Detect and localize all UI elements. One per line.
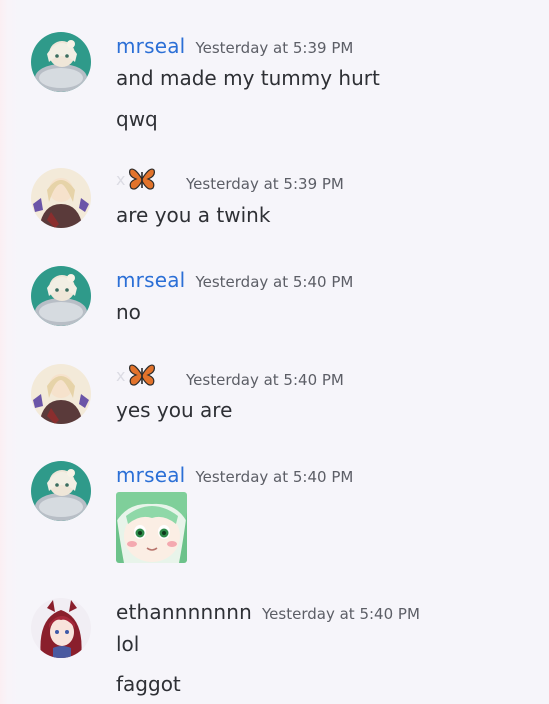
author-name[interactable]: x x [116, 168, 176, 194]
author-name[interactable]: mrseal [116, 463, 185, 487]
message-text: qwq [116, 107, 158, 131]
author-name[interactable]: mrseal [116, 268, 185, 292]
message-text: no [116, 300, 141, 324]
timestamp[interactable]: Yesterday at 5:40 PM [262, 605, 420, 623]
seal-girl-avatar-icon [31, 461, 91, 521]
author-name[interactable]: mrseal [116, 34, 185, 58]
message-text: yes you are [116, 398, 233, 422]
message-header: mrseal Yesterday at 5:40 PM [116, 268, 353, 292]
green-hair-anime-face-icon [116, 492, 187, 563]
message-header: mrseal Yesterday at 5:40 PM [116, 463, 353, 487]
avatar[interactable] [31, 32, 91, 92]
message-header: x x Yesterday at 5:40 PM [116, 364, 344, 390]
author-name[interactable]: ethannnnnnn [116, 600, 252, 624]
message-header: x x Yesterday at 5:39 PM [116, 168, 344, 194]
avatar[interactable] [31, 168, 91, 228]
timestamp[interactable]: Yesterday at 5:40 PM [195, 468, 353, 486]
avatar[interactable] [31, 364, 91, 424]
seal-girl-avatar-icon [31, 32, 91, 92]
butterfly-icon [129, 168, 155, 190]
timestamp[interactable]: Yesterday at 5:40 PM [195, 273, 353, 291]
message-text: faggot [116, 672, 181, 696]
seal-girl-avatar-icon [31, 266, 91, 326]
blonde-girl-avatar-icon [31, 364, 91, 424]
butterfly-icon [129, 364, 155, 386]
avatar[interactable] [31, 461, 91, 521]
avatar[interactable] [31, 266, 91, 326]
image-attachment[interactable] [116, 492, 187, 563]
message-text: lol [116, 632, 140, 656]
blonde-girl-avatar-icon [31, 168, 91, 228]
message-header: ethannnnnnn Yesterday at 5:40 PM [116, 600, 420, 624]
timestamp[interactable]: Yesterday at 5:39 PM [195, 39, 353, 57]
avatar[interactable] [31, 598, 91, 658]
timestamp[interactable]: Yesterday at 5:40 PM [186, 371, 344, 389]
message-text: are you a twink [116, 203, 271, 227]
author-name[interactable]: x x [116, 364, 176, 390]
timestamp[interactable]: Yesterday at 5:39 PM [186, 175, 344, 193]
message-text: and made my tummy hurt [116, 66, 380, 90]
message-header: mrseal Yesterday at 5:39 PM [116, 34, 353, 58]
red-hair-girl-avatar-icon [31, 598, 91, 658]
